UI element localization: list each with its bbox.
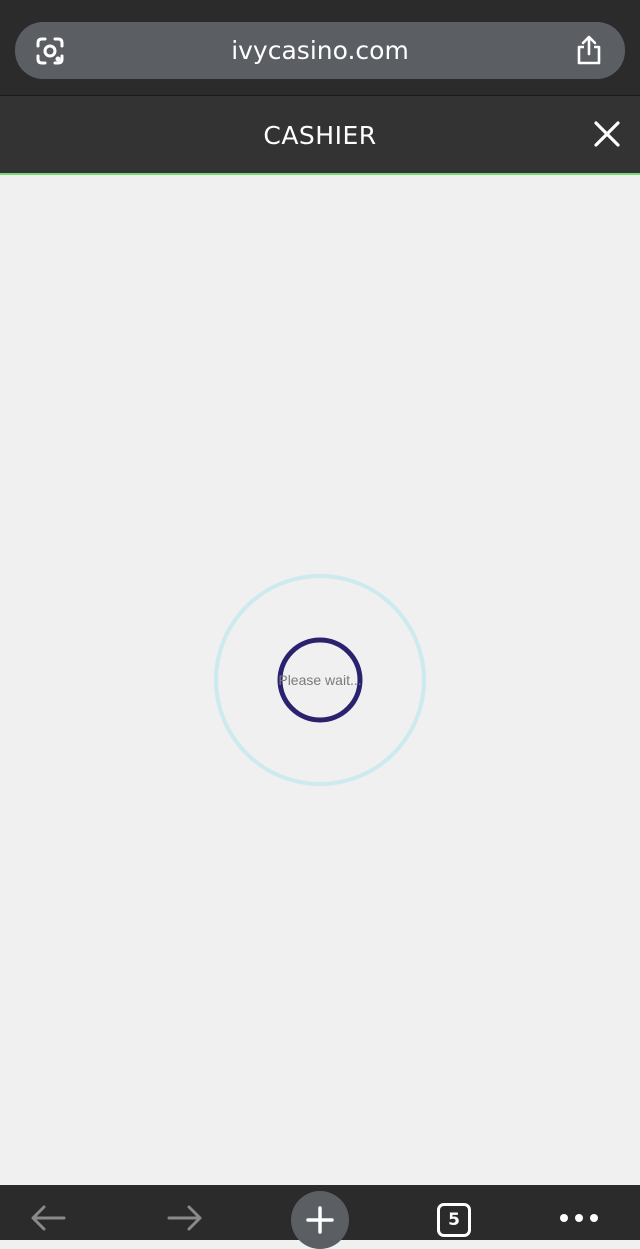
url-text[interactable]: ivycasino.com — [15, 22, 625, 79]
browser-top-bar: ivycasino.com — [0, 0, 640, 96]
tab-count: 5 — [448, 1210, 460, 1230]
browser-bottom-toolbar: 5 — [0, 1185, 640, 1249]
back-arrow-icon[interactable] — [28, 1203, 68, 1233]
plus-icon — [306, 1206, 334, 1234]
cashier-header: CASHIER — [0, 96, 640, 173]
address-bar[interactable]: ivycasino.com — [15, 22, 625, 79]
tab-switcher-button[interactable]: 5 — [437, 1203, 471, 1237]
page-title: CASHIER — [263, 121, 377, 150]
loading-spinner: Please wait... — [212, 572, 428, 788]
close-icon[interactable] — [592, 119, 622, 149]
loading-text: Please wait... — [278, 672, 362, 688]
new-tab-button[interactable] — [291, 1191, 349, 1249]
share-icon[interactable] — [575, 34, 603, 66]
cashier-content: Please wait... — [0, 175, 640, 1185]
forward-arrow-icon[interactable] — [165, 1203, 205, 1233]
more-horizontal-icon[interactable] — [558, 1211, 600, 1225]
